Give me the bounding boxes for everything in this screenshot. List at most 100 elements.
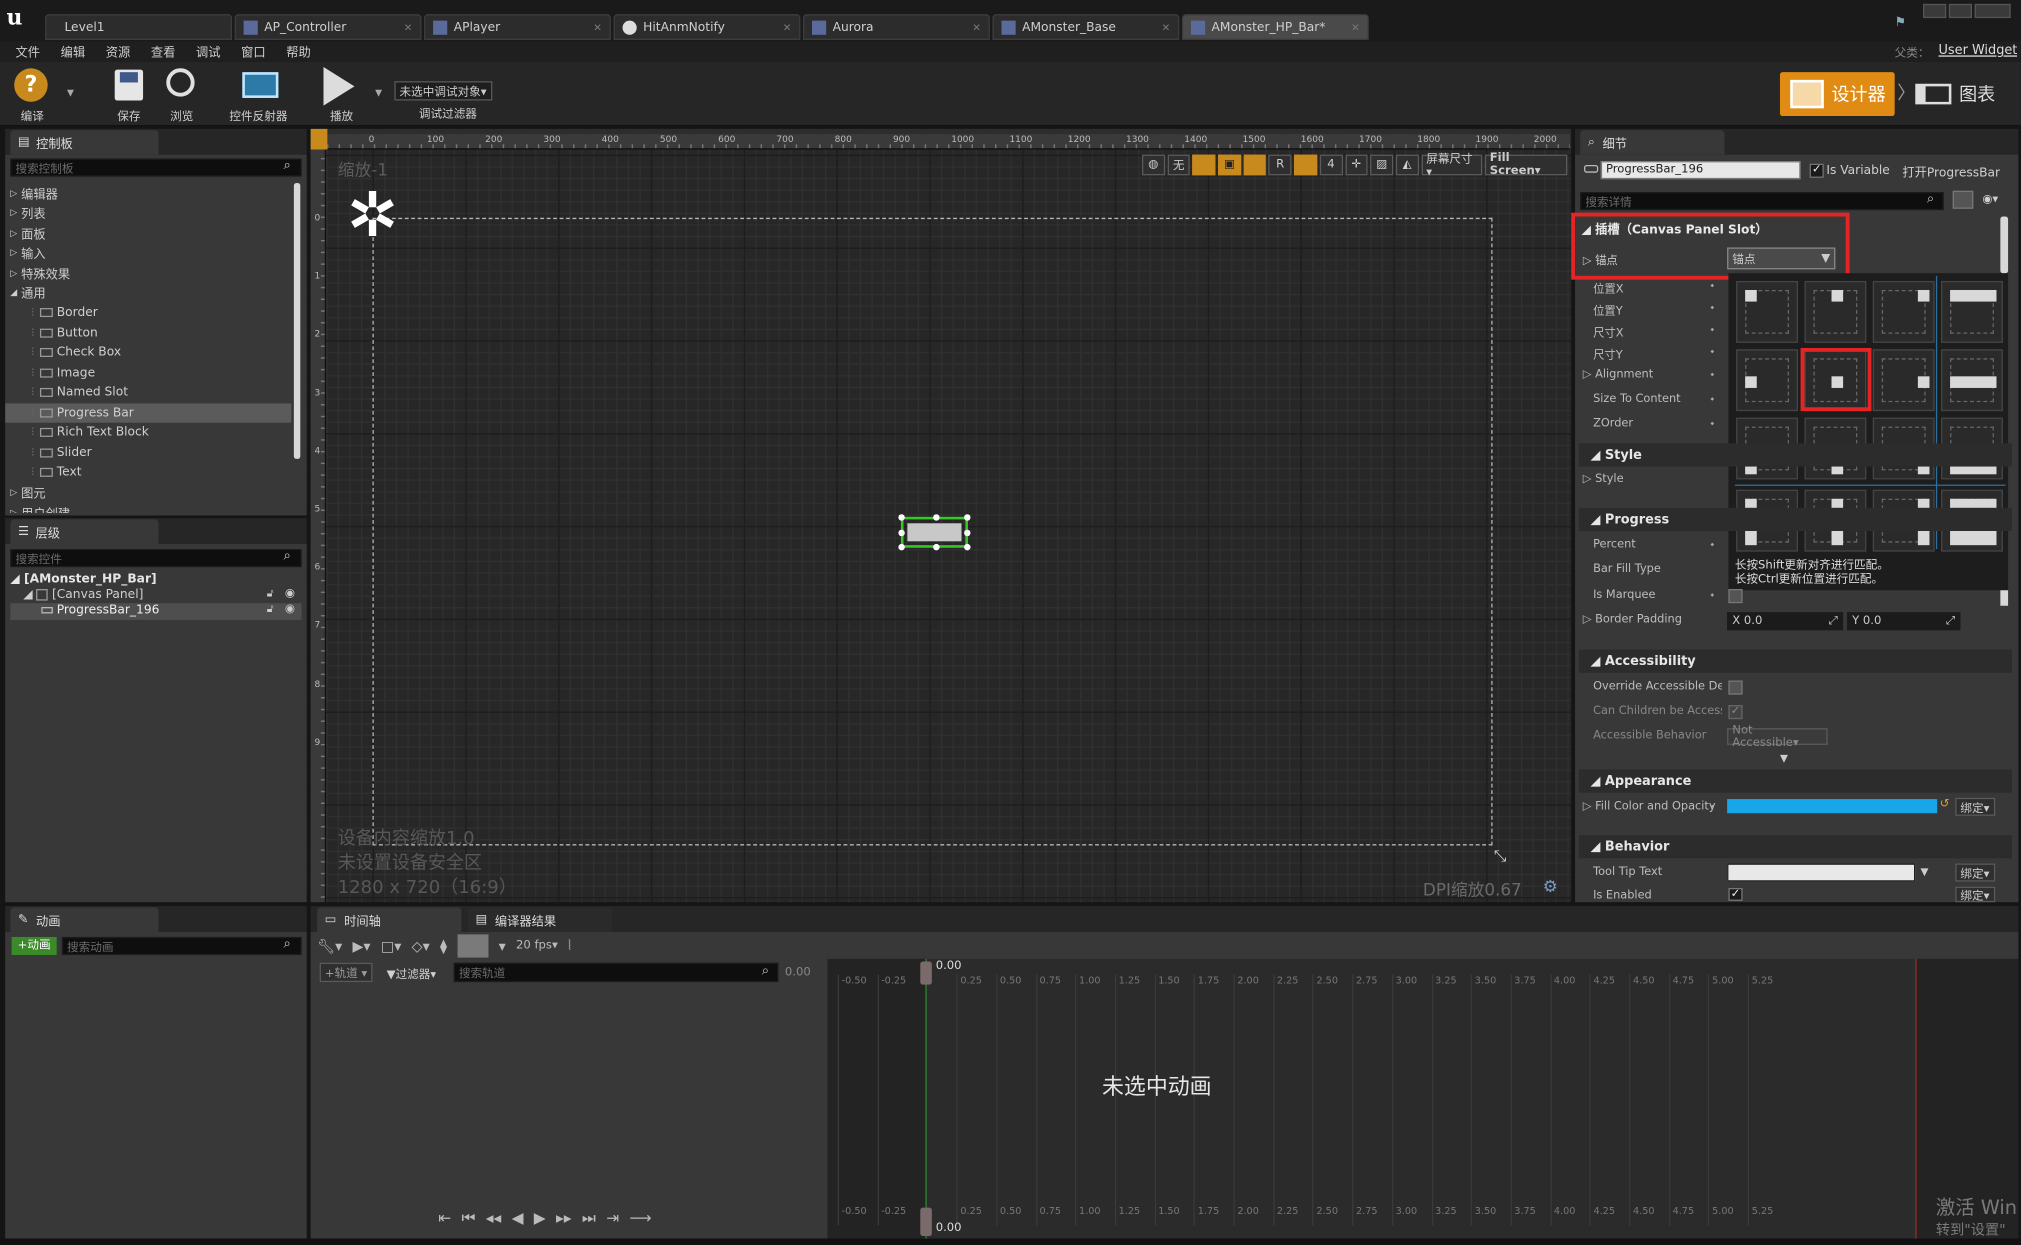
tooltip-dropdown-icon[interactable]: ▼ [1920, 866, 1928, 878]
document-tab[interactable]: HitAnmNotify ✕ [613, 14, 801, 40]
reset-icon[interactable]: ⬩ [1710, 393, 1714, 406]
palette-category[interactable]: ▷ 编辑器 [5, 183, 291, 203]
lock-icon[interactable]: ▣ [1218, 154, 1241, 175]
dropdown-icon[interactable]: ▾ [499, 938, 506, 955]
menu-item[interactable]: 查看 [151, 43, 176, 60]
palette-category[interactable]: ▷ 面板 [5, 223, 291, 243]
open-progressbar-link[interactable]: 打开ProgressBar [1902, 162, 2000, 180]
reset-icon[interactable]: ⬩ [1710, 418, 1714, 431]
feedback-icon[interactable]: ⚑ [1895, 15, 1910, 29]
reset-icon[interactable]: ⬩ [1710, 589, 1714, 602]
fps-dropdown[interactable]: 20 fps▾ [516, 940, 558, 953]
override-accessible-checkbox[interactable] [1728, 680, 1743, 695]
prev-key-icon[interactable]: ⏮ [462, 1209, 476, 1230]
animation-tab[interactable]: ✎ 动画 [10, 907, 159, 932]
add-animation-button[interactable]: +动画 [11, 936, 57, 956]
anchor-preset[interactable] [1804, 280, 1867, 343]
anchor-flower-icon[interactable]: ✲ [340, 183, 404, 247]
menu-item[interactable]: 帮助 [286, 43, 311, 60]
respect-locks-button[interactable]: R [1268, 154, 1292, 175]
fill-color-swatch[interactable] [1727, 799, 1938, 814]
details-scrollbar-thumb-2[interactable] [2000, 590, 2009, 606]
move-icon[interactable]: ✛ [1344, 154, 1368, 175]
anchor-preset[interactable] [1736, 349, 1799, 412]
layout-icon[interactable] [1243, 154, 1267, 175]
close-icon[interactable]: ✕ [1162, 21, 1171, 33]
wrench-icon[interactable]: 🔧︎▾ [317, 938, 342, 955]
screen-size-dropdown[interactable]: 屏幕尺寸▾ [1421, 153, 1483, 179]
reset-icon[interactable]: ⬩ [1710, 539, 1714, 552]
reverse-icon[interactable]: ◀ [512, 1209, 524, 1230]
details-scrollbar[interactable] [2000, 216, 2009, 274]
expand-advanced-icon[interactable]: ▼ [1780, 753, 1788, 765]
anchor-preset[interactable] [1941, 280, 2003, 343]
palette-item[interactable]: ⁝ Button [5, 323, 291, 343]
playhead-handle[interactable] [920, 961, 932, 985]
browse-button[interactable]: 浏览 [162, 64, 201, 124]
details-tab[interactable]: ⌕ 细节 [1580, 130, 1725, 155]
document-tab[interactable]: AP_Controller ✕ [234, 14, 422, 40]
document-tab[interactable]: Aurora ✕ [802, 14, 990, 40]
animation-search-input[interactable]: 搜索动画 [61, 936, 302, 956]
palette-item[interactable]: ⁝ Image [5, 363, 291, 383]
track-search-input[interactable]: 搜索轨道 [453, 962, 779, 983]
bind-dropdown[interactable]: 绑定▾ [1955, 886, 1995, 903]
curve-editor-icon[interactable]: ⦚ [568, 937, 571, 955]
palette-item[interactable]: ⁝ Progress Bar [5, 402, 292, 423]
document-tab[interactable]: APlayer ✕ [424, 14, 611, 40]
palette-category[interactable]: ▷ 图元 [5, 483, 291, 503]
reset-icon[interactable]: ⬩ [1710, 302, 1714, 315]
auto-key-icon[interactable]: ⧫ [440, 938, 447, 955]
lock-icon[interactable]: 🔓︎ [267, 588, 274, 601]
eye-icon[interactable]: ◉ [285, 603, 295, 616]
progress-bar-widget[interactable] [898, 514, 971, 551]
hierarchy-canvas-panel[interactable]: ◢ [Canvas Panel] [23, 588, 143, 602]
widget-name-input[interactable]: ProgressBar_196 [1600, 161, 1801, 180]
palette-search-input[interactable]: 搜索控制板 [10, 158, 302, 177]
step-back-icon[interactable]: ◂◂ [486, 1209, 502, 1230]
unreal-logo[interactable]: u [6, 5, 32, 31]
palette-category[interactable]: ▷ 特殊效果 [5, 263, 291, 283]
progress-section-header[interactable]: ◢ Progress [1578, 507, 2012, 531]
palette-scrollbar[interactable] [293, 183, 301, 459]
record-icon[interactable] [457, 934, 489, 958]
menu-item[interactable]: 文件 [15, 43, 40, 60]
anchor-preset[interactable] [1941, 349, 2003, 412]
eye-icon[interactable]: ◉ [285, 588, 295, 601]
menu-item[interactable]: 调试 [196, 43, 221, 60]
palette-category[interactable]: ◢ 通用 [5, 283, 291, 303]
resize-handle-icon[interactable]: ⤡ [1494, 847, 1506, 866]
filter-dropdown[interactable]: ▼过滤器▾ [387, 965, 437, 982]
perspective-icon[interactable]: ◭ [1395, 154, 1419, 175]
border-padding-x[interactable]: X 0.0 ⤢ [1727, 612, 1844, 631]
hierarchy-search-input[interactable]: 搜索控件 [10, 549, 302, 568]
reset-to-default-icon[interactable]: ↺ [1940, 798, 1950, 811]
reset-icon[interactable]: ⬩ [1710, 800, 1714, 813]
palette-item[interactable]: ⁝ Slider [5, 443, 291, 463]
grid-size-button[interactable]: 4 [1319, 154, 1343, 175]
palette-category[interactable]: ▷ 输入 [5, 243, 291, 263]
palette-item[interactable]: ⁝ Rich Text Block [5, 423, 291, 443]
palette-item[interactable]: ⁝ Named Slot [5, 383, 291, 403]
is-variable-checkbox[interactable]: ✓ [1809, 163, 1824, 178]
globe-icon[interactable]: ◍ [1141, 154, 1165, 175]
close-icon[interactable]: ✕ [404, 21, 413, 33]
transform-none-button[interactable]: 无 [1167, 154, 1191, 175]
palette-category[interactable]: ▷ 列表 [5, 203, 291, 223]
close-button[interactable] [1974, 3, 2011, 19]
reset-icon[interactable]: ⬩ [1710, 345, 1714, 358]
style-prop[interactable]: ▷ Style [1583, 473, 1624, 486]
details-search-input[interactable]: 搜索详情 [1580, 192, 1944, 211]
step-forward-icon[interactable]: ▸▸ [556, 1209, 572, 1230]
palette-item[interactable]: ⁝ Border [5, 303, 291, 323]
play-icon[interactable]: ▶ [534, 1209, 546, 1230]
document-tab[interactable]: Level1 [45, 14, 233, 40]
playhead-handle-bottom[interactable] [920, 1207, 932, 1236]
document-tab[interactable]: AMonster_Base ✕ [992, 14, 1180, 40]
menu-item[interactable]: 编辑 [61, 43, 86, 60]
designer-button[interactable]: 设计器 [1779, 72, 1895, 116]
jump-end-icon[interactable]: ⇥ [606, 1209, 619, 1230]
bind-dropdown[interactable]: 绑定▾ [1955, 797, 1995, 816]
is-marquee-checkbox[interactable] [1728, 588, 1743, 604]
fill-screen-dropdown[interactable]: Fill Screen▾ [1484, 151, 1568, 177]
